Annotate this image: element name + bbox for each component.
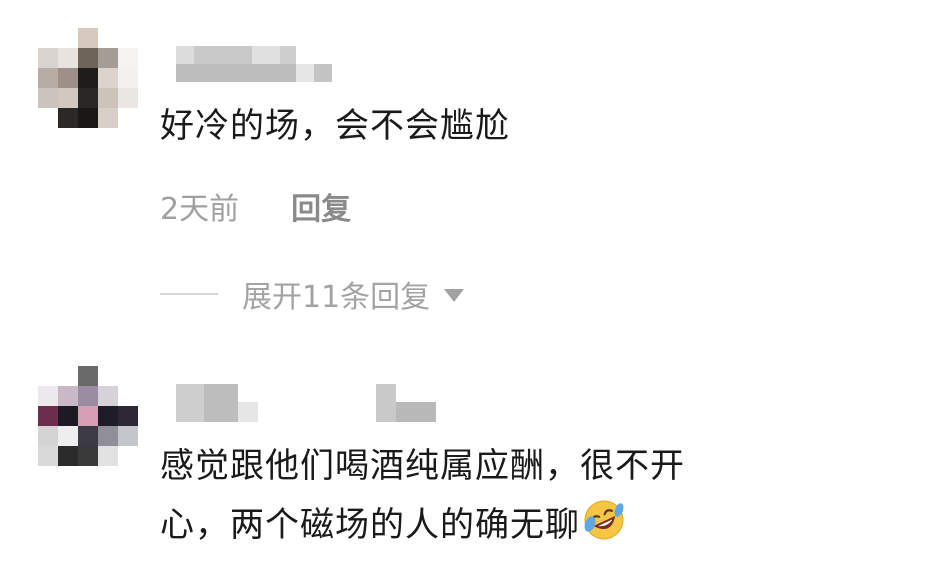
rolling-on-floor-laughing-emoji-icon — [582, 498, 626, 557]
comment-meta: 2天前 回复 — [160, 184, 351, 228]
avatar[interactable] — [38, 366, 138, 466]
comment-text-line-1: 感觉跟他们喝酒纯属应酬，很不开 — [160, 446, 685, 486]
username-redacted[interactable] — [176, 46, 336, 86]
avatar[interactable] — [38, 28, 138, 128]
comment-text-line-2-content: 心，两个磁场的人的确无聊 — [160, 505, 580, 545]
reply-button[interactable]: 回复 — [291, 184, 351, 228]
expand-replies-button[interactable]: 展开11条回复 — [160, 272, 465, 316]
timestamp: 2天前 — [160, 192, 240, 227]
comment-text: 好冷的场，会不会尴尬 — [160, 106, 510, 146]
expand-replies-label[interactable]: 展开11条回复 — [242, 272, 430, 316]
username-redacted[interactable] — [176, 384, 446, 426]
divider-line — [160, 293, 218, 295]
comment-text-line-2: 心，两个磁场的人的确无聊 — [160, 498, 626, 557]
caret-down-icon — [444, 289, 465, 302]
